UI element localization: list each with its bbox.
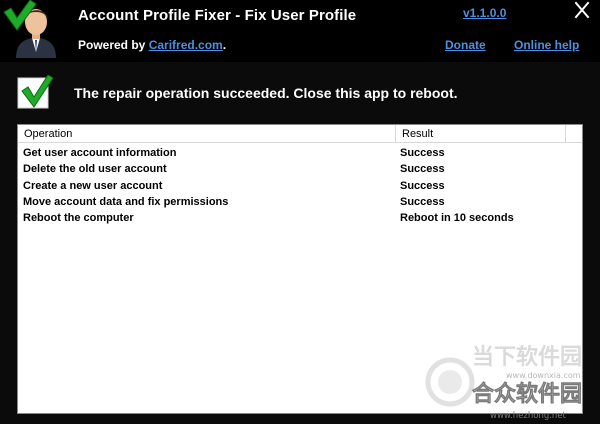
table-row[interactable]: Get user account information Success xyxy=(18,145,582,161)
close-icon[interactable] xyxy=(570,0,594,20)
result-cell: Success xyxy=(400,179,445,192)
success-check-icon xyxy=(17,75,53,109)
svg-text:合众软件园: 合众软件园 xyxy=(472,381,582,407)
online-help-link[interactable]: Online help xyxy=(514,38,579,52)
result-cell: Success xyxy=(400,147,445,159)
operation-cell: Delete the old user account xyxy=(23,163,167,176)
operation-cell: Reboot the computer xyxy=(23,212,134,225)
result-cell: Reboot in 10 seconds xyxy=(400,212,514,225)
result-cell: Success xyxy=(400,195,445,208)
app-window: Account Profile Fixer - Fix User Profile… xyxy=(0,0,600,424)
operation-cell: Get user account information xyxy=(23,147,177,159)
status-message: The repair operation succeeded. Close th… xyxy=(74,85,458,101)
app-title: Account Profile Fixer - Fix User Profile xyxy=(78,7,357,24)
header: Account Profile Fixer - Fix User Profile… xyxy=(0,0,600,62)
column-header-operation[interactable]: Operation xyxy=(18,125,396,143)
operation-cell: Create a new user account xyxy=(23,179,163,192)
svg-text:www.downxia.com: www.downxia.com xyxy=(506,371,581,380)
powered-by-text: Powered by Carifred.com. xyxy=(78,38,227,52)
watermark: 当下软件园 www.downxia.com 合众软件园 www.hezhong.… xyxy=(425,344,582,421)
svg-text:当下软件园: 当下软件园 xyxy=(472,344,582,370)
table-row[interactable]: Move account data and fix permissions Su… xyxy=(18,194,582,210)
result-cell: Success xyxy=(400,163,445,176)
carifred-link[interactable]: Carifred.com xyxy=(149,38,223,52)
donate-link[interactable]: Donate xyxy=(445,38,486,52)
table-row[interactable]: Reboot the computer Reboot in 10 seconds xyxy=(18,210,582,226)
list-header: Operation Result xyxy=(18,125,582,143)
table-row[interactable]: Create a new user account Success xyxy=(18,178,582,194)
operation-cell: Move account data and fix permissions xyxy=(23,195,229,208)
app-logo-icon xyxy=(3,0,56,58)
column-header-filler xyxy=(566,125,582,143)
list-rows: Get user account information Success Del… xyxy=(18,145,582,226)
svg-text:www.hezhong.net: www.hezhong.net xyxy=(490,411,567,421)
table-row[interactable]: Delete the old user account Success xyxy=(18,161,582,177)
version-link[interactable]: v1.1.0.0 xyxy=(463,6,506,20)
column-header-result[interactable]: Result xyxy=(396,125,566,143)
